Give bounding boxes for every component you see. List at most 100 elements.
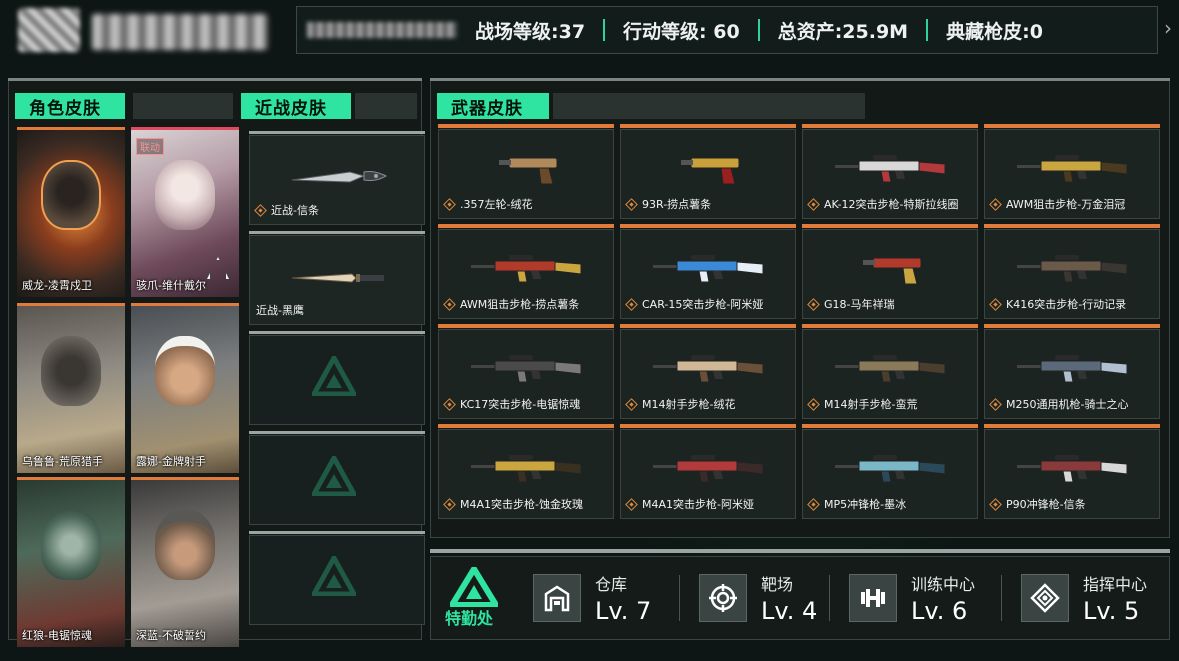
knife-icon: [291, 273, 384, 283]
weapon-label: AWM狙击步枪-万金泪冠: [989, 196, 1126, 212]
character-card[interactable]: 露娜-金牌射手: [131, 303, 239, 473]
weapon-card[interactable]: M14射手步枪-绒花: [620, 324, 796, 419]
weapon-name: K416突击步枪-行动记录: [1006, 298, 1127, 311]
rarity-diamond-icon: [625, 497, 638, 511]
facility-warehouse[interactable]: 仓库 Lv. 7: [533, 567, 651, 629]
weapon-label: M4A1突击步枪-蚀金玫瑰: [443, 496, 583, 512]
dumbbell-icon: [849, 574, 897, 622]
character-card[interactable]: 联动 骇爪-维什戴尔: [131, 127, 239, 297]
weapon-label: M4A1突击步枪-阿米娅: [625, 496, 754, 512]
rifle-icon: [653, 255, 764, 283]
stat-collection-skins: 典藏枪皮:0: [946, 20, 1043, 43]
rarity-diamond-icon: [443, 197, 456, 211]
weapon-label: AWM狙击步枪-捞点薯条: [443, 296, 579, 312]
weapon-label: M14射手步枪-绒花: [625, 396, 736, 412]
rifle-icon: [471, 355, 582, 383]
character-card[interactable]: 威龙-凌霄戍卫: [17, 127, 125, 297]
rifle-icon: [1017, 255, 1128, 283]
facility-divider: [679, 575, 680, 621]
melee-empty-slot: [249, 431, 425, 525]
weapon-name: CAR-15突击步枪-阿米娅: [642, 298, 764, 311]
facility-name: 指挥中心: [1083, 575, 1148, 594]
weapon-name: 93R-捞点薯条: [642, 198, 712, 211]
weapon-label: AK-12突击步枪-特斯拉线圈: [807, 196, 959, 212]
weapon-card[interactable]: M4A1突击步枪-阿米娅: [620, 424, 796, 519]
pistol-icon: [499, 157, 558, 185]
character-name: 露娜-金牌射手: [136, 455, 206, 468]
weapon-card[interactable]: KC17突击步枪-电锯惊魂: [438, 324, 614, 419]
facility-level: Lv. 4: [761, 597, 818, 625]
rifle-icon: [471, 255, 582, 283]
rifle-icon: [653, 355, 764, 383]
weapon-label: K416突击步枪-行动记录: [989, 296, 1127, 312]
weapon-name: .357左轮-绒花: [460, 198, 533, 211]
facility-shooting-range[interactable]: 靶场 Lv. 4: [699, 567, 817, 629]
rarity-diamond-icon: [989, 197, 1002, 211]
weapon-card[interactable]: G18-马年祥瑞: [802, 224, 978, 319]
weapon-card[interactable]: M14射手步枪-蛮荒: [802, 324, 978, 419]
rifle-icon: [1017, 355, 1128, 383]
rifle-icon: [835, 355, 946, 383]
rifle-icon: [471, 455, 582, 483]
player-id-redacted: [307, 22, 457, 38]
weapon-card[interactable]: M4A1突击步枪-蚀金玫瑰: [438, 424, 614, 519]
character-face: [155, 160, 215, 230]
weapon-label: 93R-捞点薯条: [625, 196, 712, 212]
rarity-diamond-icon: [443, 497, 456, 511]
facility-level: Lv. 7: [595, 597, 652, 625]
chevron-right-icon[interactable]: ›: [1164, 16, 1172, 40]
rarity-diamond-icon: [807, 497, 820, 511]
melee-card[interactable]: 近战-黑鹰: [249, 231, 425, 325]
weapon-name: M14射手步枪-蛮荒: [824, 398, 918, 411]
triangle-logo-icon: [312, 456, 356, 496]
weapon-label: G18-马年祥瑞: [807, 296, 895, 312]
character-card[interactable]: 乌鲁鲁-荒原猎手: [17, 303, 125, 473]
rifle-icon: [653, 455, 764, 483]
weapon-name: AWM狙击步枪-万金泪冠: [1006, 198, 1126, 211]
weapon-card[interactable]: AK-12突击步枪-特斯拉线圈: [802, 124, 978, 219]
target-icon: [699, 574, 747, 622]
stats-panel: 战场等级:37 行动等级: 60 总资产:25.9M 典藏枪皮:0: [296, 6, 1158, 54]
player-name-redacted: [92, 14, 268, 50]
title-bar-fill: [133, 93, 233, 119]
character-name: 乌鲁鲁-荒原猎手: [22, 455, 103, 468]
title-bar-fill: [355, 93, 417, 119]
weapon-card[interactable]: .357左轮-绒花: [438, 124, 614, 219]
weapon-name: KC17突击步枪-电锯惊魂: [460, 398, 581, 411]
rifle-icon: [1017, 455, 1128, 483]
weapon-label: P90冲锋枪-信条: [989, 496, 1086, 512]
rarity-diamond-icon: [625, 197, 638, 211]
rarity-diamond-icon: [443, 397, 456, 411]
facility-training-center[interactable]: 训练中心 Lv. 6: [849, 567, 975, 629]
melee-card[interactable]: 近战-信条: [249, 131, 425, 225]
title-bar-fill: [553, 93, 865, 119]
weapon-name: M250通用机枪-骑士之心: [1006, 398, 1129, 411]
weapon-name: P90冲锋枪-信条: [1006, 498, 1086, 511]
command-icon: [1021, 574, 1069, 622]
weapon-card[interactable]: AWM狙击步枪-捞点薯条: [438, 224, 614, 319]
character-card[interactable]: 红狼-电锯惊魂: [17, 477, 125, 647]
weapon-name: M14射手步枪-绒花: [642, 398, 736, 411]
weapon-skins-panel: 武器皮肤 .357左轮-绒花 93R-捞点薯条 AK-12突击步枪-特斯拉线圈 …: [430, 78, 1170, 538]
melee-name: 近战-黑鹰: [256, 304, 304, 317]
rarity-diamond-icon: [989, 297, 1002, 311]
weapon-name: M4A1突击步枪-阿米娅: [642, 498, 754, 511]
weapon-card[interactable]: MP5冲锋枪-墨冰: [802, 424, 978, 519]
weapon-card[interactable]: CAR-15突击步枪-阿米娅: [620, 224, 796, 319]
melee-label: 近战-黑鹰: [256, 302, 304, 318]
weapon-card[interactable]: K416突击步枪-行动记录: [984, 224, 1160, 319]
weapon-card[interactable]: AWM狙击步枪-万金泪冠: [984, 124, 1160, 219]
top-bar: 战场等级:37 行动等级: 60 总资产:25.9M 典藏枪皮:0 ›: [0, 0, 1179, 62]
avatar-redacted: [18, 8, 80, 52]
stat-operation-level: 行动等级: 60: [623, 20, 740, 43]
weapon-card[interactable]: 93R-捞点薯条: [620, 124, 796, 219]
weapon-card[interactable]: M250通用机枪-骑士之心: [984, 324, 1160, 419]
weapon-label: CAR-15突击步枪-阿米娅: [625, 296, 764, 312]
facility-bar: 特勤处 仓库 Lv. 7 靶场 Lv. 4 训练中心 Lv. 6 指挥中心 Lv…: [430, 549, 1170, 640]
rarity-diamond-icon: [807, 397, 820, 411]
facility-command-center[interactable]: 指挥中心 Lv. 5: [1021, 567, 1147, 629]
weapon-card[interactable]: P90冲锋枪-信条: [984, 424, 1160, 519]
melee-empty-slot: [249, 331, 425, 425]
character-card[interactable]: 深蓝-不破誓约: [131, 477, 239, 647]
character-name: 骇爪-维什戴尔: [136, 279, 206, 292]
